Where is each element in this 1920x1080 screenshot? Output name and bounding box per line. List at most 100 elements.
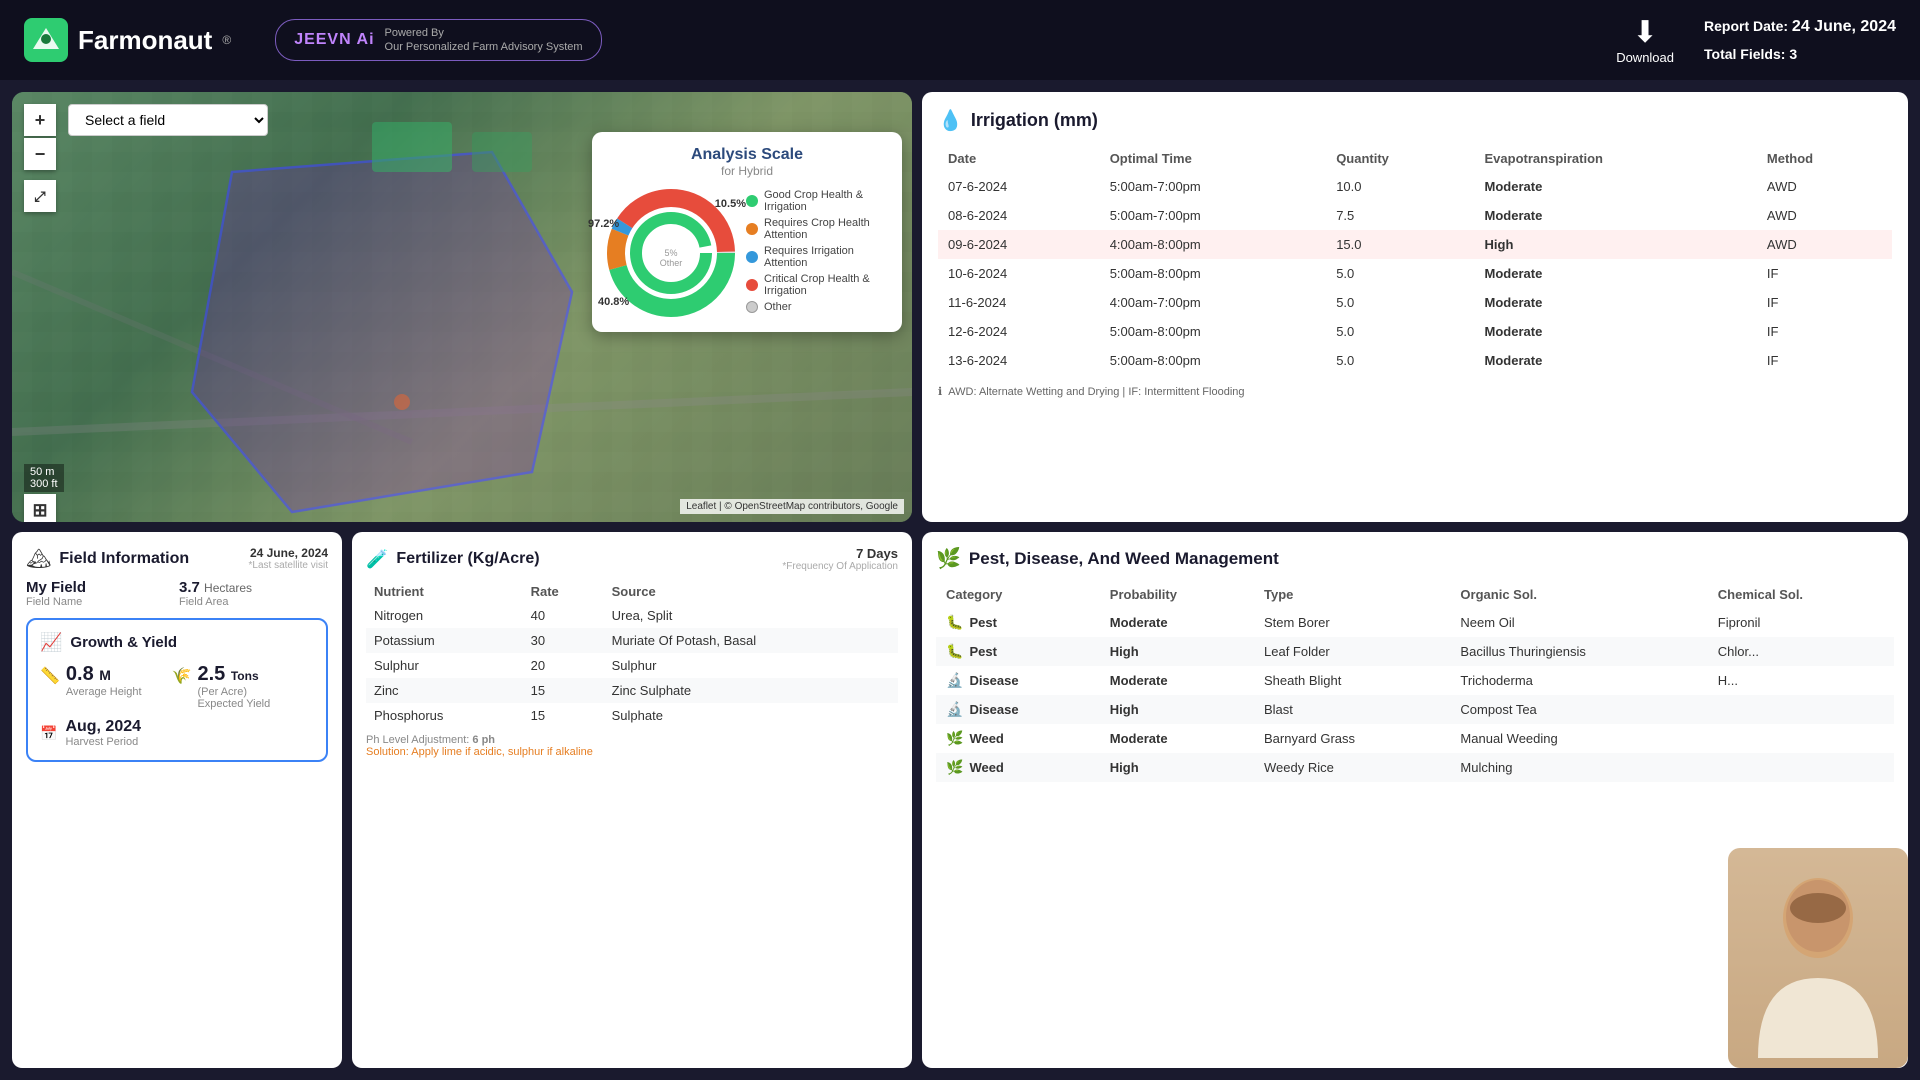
growth-title: Growth & Yield (70, 634, 177, 651)
irrigation-header: 💧 Irrigation (mm) (938, 108, 1892, 133)
pest-chemical (1708, 724, 1894, 753)
irrigation-panel: 💧 Irrigation (mm) Date Optimal Time Quan… (922, 92, 1908, 522)
fert-col-nutrient: Nutrient (366, 580, 523, 603)
pest-category: 🌿Weed (936, 753, 1100, 782)
pest-category: 🌿Weed (936, 724, 1100, 753)
irr-col-qty: Quantity (1326, 145, 1474, 172)
pest-col-chemical: Chemical Sol. (1708, 581, 1894, 608)
irrigation-footnote: ℹ AWD: Alternate Wetting and Drying | IF… (938, 385, 1892, 398)
pest-row: 🌿Weed High Weedy Rice Mulching (936, 753, 1894, 782)
download-button[interactable]: ⬇ Download (1616, 15, 1674, 65)
fertilizer-header: 🧪 Fertilizer (Kg/Acre) 7 Days *Frequency… (366, 546, 898, 572)
pest-prob: High (1100, 753, 1254, 782)
height-icon: 📏 (40, 666, 60, 686)
pest-type: Stem Borer (1254, 608, 1450, 637)
field-info-panel: 🏔 Field Information 24 June, 2024 *Last … (12, 532, 342, 1068)
irr-date: 09-6-2024 (938, 230, 1100, 259)
video-widget (1728, 848, 1908, 1068)
growth-icon: 📈 (40, 632, 62, 653)
growth-yield-panel: 📈 Growth & Yield 📏 0.8 M Average Height (26, 618, 328, 762)
fullscreen-button[interactable]: ⤢ (24, 180, 56, 212)
avatar-silhouette (1728, 848, 1908, 1068)
report-date: 24 June, 2024 (1792, 18, 1896, 35)
analysis-legend: Good Crop Health & Irrigation Requires C… (746, 189, 888, 317)
pest-type: Sheath Blight (1254, 666, 1450, 695)
pest-col-cat: Category (936, 581, 1100, 608)
irr-time: 4:00am-8:00pm (1100, 230, 1327, 259)
pest-prob: Moderate (1100, 666, 1254, 695)
irr-date: 07-6-2024 (938, 172, 1100, 201)
irrigation-row: 09-6-2024 4:00am-8:00pm 15.0 High AWD (938, 230, 1892, 259)
pest-category: 🐛Pest (936, 637, 1100, 666)
irr-evap: Moderate (1475, 288, 1757, 317)
zoom-in-button[interactable]: + (24, 104, 56, 136)
analysis-scale-title: Analysis Scale (606, 146, 888, 164)
zoom-out-button[interactable]: − (24, 138, 56, 170)
irrigation-row: 11-6-2024 4:00am-7:00pm 5.0 Moderate IF (938, 288, 1892, 317)
fert-source: Sulphate (604, 703, 898, 728)
pest-row: 🐛Pest Moderate Stem Borer Neem Oil Fipro… (936, 608, 1894, 637)
irr-date: 13-6-2024 (938, 346, 1100, 375)
field-select[interactable]: Select a field (68, 104, 268, 136)
pest-row: 🔬Disease Moderate Sheath Blight Trichode… (936, 666, 1894, 695)
fertilizer-icon: 🧪 (366, 549, 388, 570)
irr-evap: Moderate (1475, 317, 1757, 346)
irr-method: AWD (1757, 201, 1892, 230)
pest-prob: Moderate (1100, 724, 1254, 753)
fert-rate: 20 (523, 653, 604, 678)
irrigation-icon: 💧 (938, 108, 963, 133)
yield-icon: 🌾 (172, 666, 192, 686)
pest-chemical: H... (1708, 666, 1894, 695)
donut-chart: 5% Other 97.2% 10.5% 40.8% (606, 188, 736, 318)
ph-note: Ph Level Adjustment: 6 ph (366, 734, 898, 746)
irr-evap: Moderate (1475, 201, 1757, 230)
irr-evap: Moderate (1475, 259, 1757, 288)
jeevn-badge: JEEVN Ai Powered By Our Personalized Far… (275, 19, 601, 62)
download-label: Download (1616, 50, 1674, 65)
irrigation-title: Irrigation (mm) (971, 110, 1098, 131)
pest-category: 🐛Pest (936, 608, 1100, 637)
avg-height-stat: 📏 0.8 M Average Height (40, 663, 142, 710)
fert-rate: 15 (523, 678, 604, 703)
fert-row: Nitrogen40Urea, Split (366, 603, 898, 628)
irrigation-table: Date Optimal Time Quantity Evapotranspir… (938, 145, 1892, 375)
irr-date: 11-6-2024 (938, 288, 1100, 317)
pest-col-type: Type (1254, 581, 1450, 608)
analysis-scale-subtitle: for Hybrid (606, 164, 888, 178)
pest-row: 🔬Disease High Blast Compost Tea (936, 695, 1894, 724)
irr-col-date: Date (938, 145, 1100, 172)
field-name-label: Field Name (26, 596, 175, 608)
pest-organic: Manual Weeding (1450, 724, 1707, 753)
pest-type: Blast (1254, 695, 1450, 724)
pest-organic: Bacillus Thuringiensis (1450, 637, 1707, 666)
logo-area: Farmonaut® (24, 18, 231, 62)
irr-time: 5:00am-8:00pm (1100, 346, 1327, 375)
irr-method: IF (1757, 259, 1892, 288)
irr-method: AWD (1757, 172, 1892, 201)
pest-organic: Neem Oil (1450, 608, 1707, 637)
pest-table: Category Probability Type Organic Sol. C… (936, 581, 1894, 782)
growth-stats: 📏 0.8 M Average Height 🌾 2.5 Tons (Per A… (40, 663, 314, 710)
irrigation-row: 10-6-2024 5:00am-8:00pm 5.0 Moderate IF (938, 259, 1892, 288)
irr-qty: 7.5 (1326, 201, 1474, 230)
fert-nutrient: Phosphorus (366, 703, 523, 728)
irr-evap: Moderate (1475, 172, 1757, 201)
report-info: Report Date: 24 June, 2024 Total Fields:… (1704, 13, 1896, 67)
growth-header: 📈 Growth & Yield (40, 632, 314, 653)
pest-type: Weedy Rice (1254, 753, 1450, 782)
irr-method: IF (1757, 346, 1892, 375)
irr-time: 5:00am-7:00pm (1100, 201, 1327, 230)
field-info-icon: 🏔 (26, 546, 51, 571)
irr-time: 5:00am-8:00pm (1100, 317, 1327, 346)
pct-40-label: 40.8% (598, 296, 629, 308)
layers-button[interactable]: ⊞ (24, 494, 56, 522)
pest-header: 🌿 Pest, Disease, And Weed Management (936, 546, 1894, 571)
pest-chemical: Chlor... (1708, 637, 1894, 666)
map-scale: 50 m 300 ft (24, 464, 64, 492)
irr-method: IF (1757, 317, 1892, 346)
irr-time: 4:00am-7:00pm (1100, 288, 1327, 317)
fert-source: Urea, Split (604, 603, 898, 628)
fert-row: Sulphur20Sulphur (366, 653, 898, 678)
irr-qty: 5.0 (1326, 288, 1474, 317)
irr-time: 5:00am-7:00pm (1100, 172, 1327, 201)
